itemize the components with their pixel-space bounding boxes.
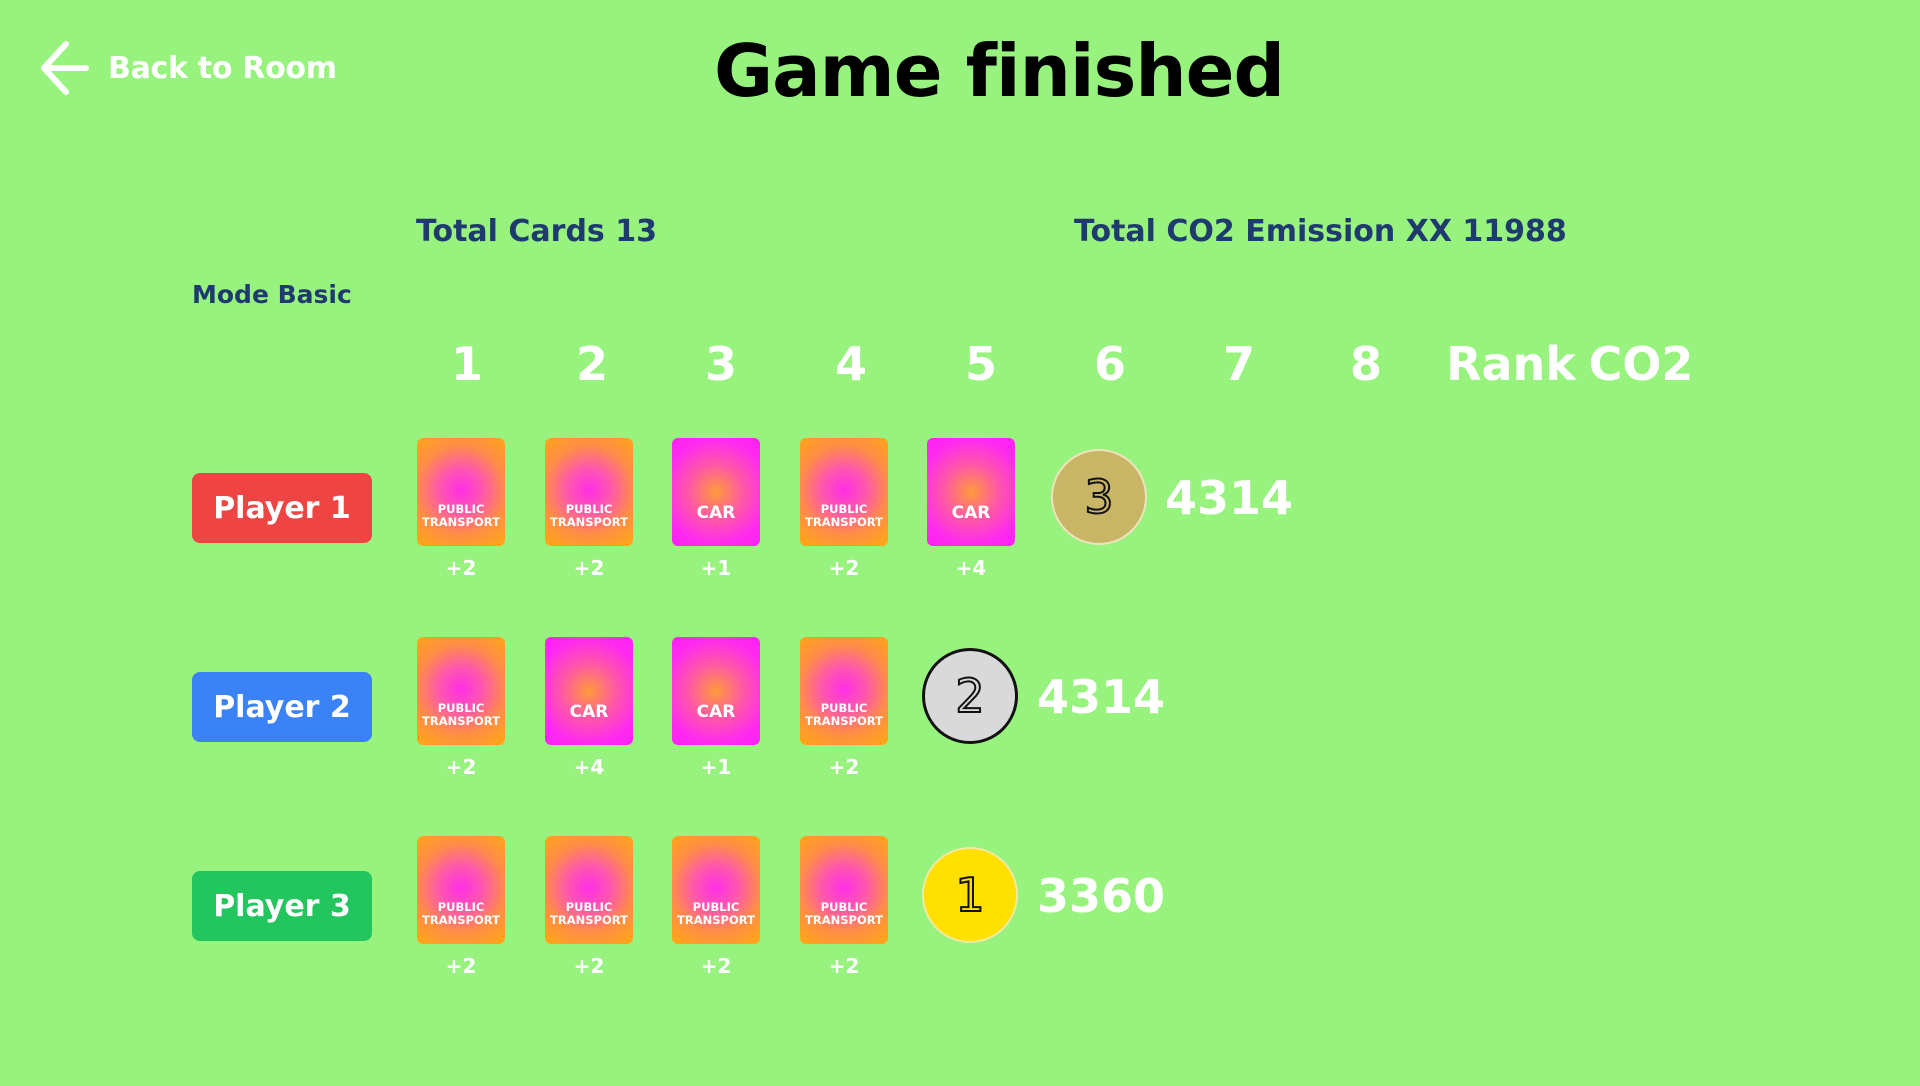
rank-medal: 2 <box>922 648 1018 744</box>
card-score: +2 <box>828 954 860 978</box>
column-header-3: 3 <box>704 337 738 391</box>
rank-medal: 3 <box>1051 449 1147 545</box>
page-title: Game finished <box>713 29 1285 113</box>
card[interactable]: CAR <box>672 637 760 745</box>
card-score: +2 <box>445 755 477 779</box>
card-score: +2 <box>700 954 732 978</box>
total-cards-stat: Total Cards 13 <box>416 214 657 249</box>
player-badge[interactable]: Player 3 <box>192 871 372 941</box>
column-header-1: 1 <box>450 337 484 391</box>
card-score: +2 <box>828 755 860 779</box>
card[interactable]: CAR <box>545 637 633 745</box>
column-header-6: 6 <box>1093 337 1127 391</box>
card[interactable]: PUBLIC TRANSPORT <box>800 438 888 546</box>
card[interactable]: CAR <box>927 438 1015 546</box>
card[interactable]: PUBLIC TRANSPORT <box>417 637 505 745</box>
player-row: Player 3 PUBLIC TRANSPORT +2 PUBLIC TRANSP… <box>0 836 1920 1026</box>
total-co2-stat: Total CO2 Emission XX 11988 <box>1074 214 1567 249</box>
co2-value: 4314 <box>1037 670 1166 724</box>
co2-value: 3360 <box>1037 869 1166 923</box>
card-score: +1 <box>700 556 732 580</box>
mode-stat: Mode Basic <box>192 280 352 309</box>
card[interactable]: CAR <box>672 438 760 546</box>
card-score: +2 <box>445 556 477 580</box>
card[interactable]: PUBLIC TRANSPORT <box>417 438 505 546</box>
column-header-7: 7 <box>1222 337 1256 391</box>
card-score: +2 <box>445 954 477 978</box>
card[interactable]: PUBLIC TRANSPORT <box>800 637 888 745</box>
card-score: +4 <box>955 556 987 580</box>
column-header-8: 8 <box>1349 337 1383 391</box>
column-header-5: 5 <box>964 337 998 391</box>
card-score: +1 <box>700 755 732 779</box>
card[interactable]: PUBLIC TRANSPORT <box>545 836 633 944</box>
player-row: Player 1 PUBLIC TRANSPORT +2 PUBLIC TRANSP… <box>0 438 1920 628</box>
card-score: +2 <box>828 556 860 580</box>
card[interactable]: PUBLIC TRANSPORT <box>545 438 633 546</box>
player-badge[interactable]: Player 1 <box>192 473 372 543</box>
card-score: +2 <box>573 556 605 580</box>
column-header-2: 2 <box>575 337 609 391</box>
card-score: +4 <box>573 755 605 779</box>
card-score: +2 <box>573 954 605 978</box>
card[interactable]: PUBLIC TRANSPORT <box>417 836 505 944</box>
player-badge[interactable]: Player 2 <box>192 672 372 742</box>
column-header-co2: CO2 <box>1588 337 1694 391</box>
co2-value: 4314 <box>1165 471 1294 525</box>
card[interactable]: PUBLIC TRANSPORT <box>800 836 888 944</box>
rank-medal: 1 <box>922 847 1018 943</box>
column-header-4: 4 <box>834 337 868 391</box>
column-header-rank: Rank <box>1446 337 1576 391</box>
card[interactable]: PUBLIC TRANSPORT <box>672 836 760 944</box>
player-row: Player 2 PUBLIC TRANSPORT +2 CAR +4 CAR +… <box>0 637 1920 827</box>
